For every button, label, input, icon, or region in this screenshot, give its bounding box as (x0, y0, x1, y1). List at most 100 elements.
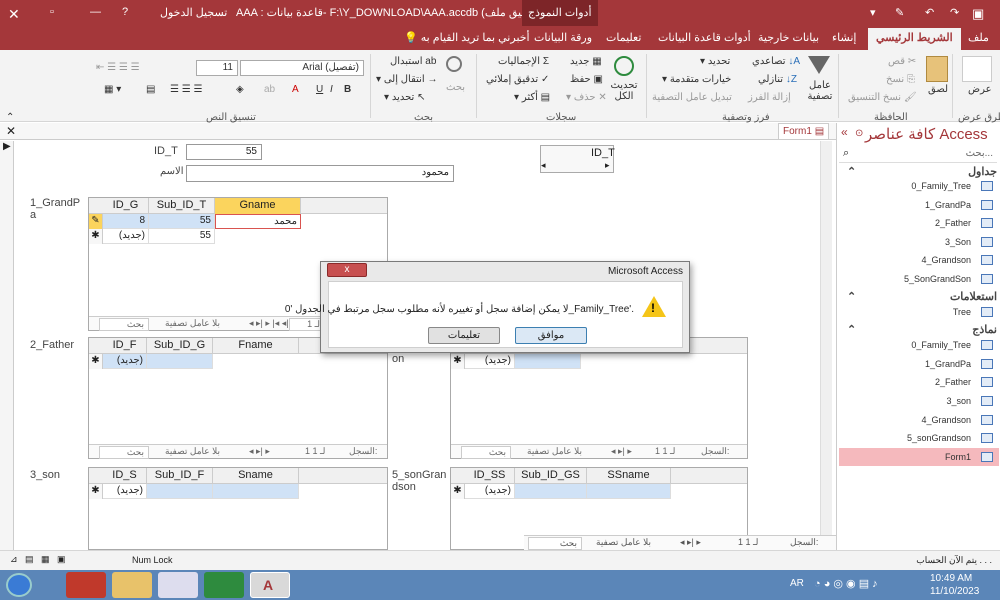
copy-button[interactable]: نسخ ⎘ (886, 74, 915, 85)
nav-item-table[interactable]: 0_Family_Tree (839, 177, 999, 195)
tray-icons[interactable]: ◔ ◕ ◎ ◉ ▤ ♪ (814, 577, 878, 590)
nav-item-table[interactable]: 2_Father (839, 214, 999, 232)
toggle-filter-button[interactable]: تبديل عامل التصفية (652, 92, 732, 103)
col-sub-id-t[interactable]: Sub_ID_T (149, 198, 215, 214)
nav-item-form-selected[interactable]: Form1 (839, 448, 999, 466)
cell-new[interactable]: (جديد) (103, 354, 147, 369)
col-fname[interactable]: Fname (213, 338, 299, 354)
nav-item-form[interactable]: 1_GrandPa (839, 355, 999, 373)
name-field[interactable]: محمود (186, 165, 454, 182)
cell-sub-id-t[interactable]: 55 (149, 214, 215, 229)
view-icons[interactable]: ⊿ ▤ ▦ ▣ (10, 554, 66, 565)
grandpa-nav-buttons[interactable]: ◂ ▸| ▸ |◂ ◂| (249, 318, 289, 329)
filter-button[interactable]: عامل تصفية (806, 80, 834, 102)
find-icon[interactable] (446, 56, 462, 72)
id-t-combo[interactable]: ID_T ◂ ▸ (540, 145, 615, 173)
nav-item-table[interactable]: 4_Grandson (839, 251, 999, 269)
customize-qat-icon[interactable]: ▾ (870, 6, 876, 19)
grandson-filter-status[interactable]: بلا عامل تصفية (527, 446, 582, 457)
nav-item-query[interactable]: Tree (839, 303, 999, 321)
tab-home[interactable]: الشريط الرئيسي (868, 28, 961, 50)
new-record-button[interactable]: جديد ▦ (570, 56, 602, 67)
select-button[interactable]: ▾ تحديد ↖ (384, 92, 426, 103)
cell-id-g[interactable]: 8 (103, 214, 149, 229)
id-t-field[interactable]: 55 (186, 144, 262, 160)
combo-scroll-left-icon[interactable]: ◂ (541, 160, 546, 171)
nav-search-input[interactable]: ⌕ بحث... (839, 147, 997, 163)
nav-item-table[interactable]: 1_GrandPa (839, 196, 999, 214)
grandpa-search-box[interactable]: بحث (99, 318, 149, 331)
brush-icon[interactable]: ✎ (895, 6, 904, 19)
ascending-button[interactable]: تصاعدي ↓A (752, 56, 800, 67)
taskbar-access-icon[interactable]: A (250, 572, 290, 598)
tell-me-box[interactable]: 💡 أخبرني بما تريد القيام به (404, 31, 530, 44)
collapse-ribbon-icon[interactable]: ⌃ (6, 112, 14, 123)
replace-button[interactable]: استبدال ab (390, 56, 436, 67)
signin-link[interactable]: تسجيل الدخول (160, 6, 227, 19)
save-icon[interactable]: ▣ (972, 6, 984, 22)
underline-button[interactable]: U (316, 84, 323, 95)
indent-icons[interactable]: ⇤ ☰ ☰ ☰ (96, 62, 140, 73)
cell-new-name[interactable] (213, 484, 299, 499)
save-record-button[interactable]: حفظ ▣ (570, 74, 603, 85)
nav-item-form[interactable]: 5_sonGrandson (839, 429, 999, 447)
col-id-s[interactable]: ID_S (103, 468, 147, 484)
view-icon[interactable] (962, 56, 992, 82)
cell-new[interactable]: (جديد) (465, 354, 515, 369)
vertical-scrollbar[interactable] (820, 141, 832, 535)
combo-scroll-right-icon[interactable]: ▸ (605, 160, 610, 171)
cell-new-sub[interactable] (515, 354, 581, 369)
col-id-g[interactable]: ID_G (103, 198, 149, 214)
close-window-button[interactable]: ✕ (8, 6, 20, 23)
gridlines-icon[interactable]: ▦ ▾ (104, 84, 121, 95)
restore-window-button[interactable]: ▫ (50, 6, 54, 18)
col-gname[interactable]: Gname (215, 198, 301, 214)
nav-section-forms[interactable]: ⌃ نماذج (847, 323, 997, 336)
cell-new[interactable]: (جديد) (103, 484, 147, 499)
spelling-button[interactable]: تدقيق إملائي ✓ (486, 74, 549, 85)
cut-button[interactable]: قص ✂ (888, 56, 916, 67)
tab-help[interactable]: تعليمات (606, 31, 641, 44)
tab-datasheet[interactable]: ورقة البيانات (534, 31, 592, 44)
taskbar-chrome-icon[interactable] (158, 572, 198, 598)
view-button[interactable]: عرض (968, 84, 992, 95)
format-painter-button[interactable]: نسخ التنسيق 🖌 (848, 92, 917, 103)
father-search-box[interactable]: بحث (99, 446, 149, 459)
cell-gname[interactable]: محمد (215, 214, 301, 229)
col-sname[interactable]: Sname (213, 468, 299, 484)
undo-icon[interactable]: ↶ (925, 6, 934, 19)
cell-new[interactable]: (جديد) (465, 484, 515, 499)
cell-new[interactable]: (جديد) (103, 229, 149, 244)
grandson-record-position[interactable]: 1 لـ 1 (655, 446, 675, 457)
main-nav-buttons[interactable]: ◂ ▸| ▸ (680, 537, 701, 548)
ok-button[interactable]: موافق (515, 327, 587, 344)
italic-button[interactable]: I (330, 84, 333, 95)
goto-button[interactable]: ▾ انتقال إلى → (376, 74, 437, 85)
paste-icon[interactable] (926, 56, 948, 82)
align-icons[interactable]: ☰ ☰ ☰ (170, 84, 202, 95)
col-sub-id-g[interactable]: Sub_ID_G (147, 338, 213, 354)
font-color-icon[interactable]: A (292, 84, 299, 95)
advanced-button[interactable]: ▾ خيارات متقدمة (662, 74, 731, 85)
grandpa-record-position[interactable]: 1 لـ (289, 318, 321, 331)
father-record-position[interactable]: 1 لـ 1 (305, 446, 325, 457)
father-nav-buttons[interactable]: ◂ ▸| ▸ (249, 446, 270, 457)
language-indicator[interactable]: AR (790, 578, 804, 589)
father-filter-status[interactable]: بلا عامل تصفية (165, 446, 220, 457)
tab-form1[interactable]: Form1 ▤ (778, 123, 830, 140)
edit-pencil-icon[interactable]: ✎ (89, 214, 103, 229)
cell-new-sub[interactable]: 55 (149, 229, 215, 244)
record-selector[interactable]: ▶ (0, 141, 14, 550)
col-id-f[interactable]: ID_F (103, 338, 147, 354)
tab-external-data[interactable]: بيانات خارجية (758, 31, 819, 44)
tab-database-tools[interactable]: أدوات قاعدة البيانات (658, 31, 751, 44)
help-button[interactable]: تعليمات (428, 327, 500, 344)
nav-pane-menu-icon[interactable]: ⊙ (855, 128, 863, 139)
col-sub-id-gs[interactable]: Sub_ID_GS (515, 468, 587, 484)
totals-button[interactable]: الإجماليات Σ (498, 56, 549, 67)
highlight-icon[interactable]: ab (264, 84, 275, 95)
taskbar-usb-icon[interactable] (204, 572, 244, 598)
clock-date[interactable]: 11/10/2023 (930, 586, 979, 597)
grandson-nav-buttons[interactable]: ◂ ▸| ▸ (611, 446, 632, 457)
help-button[interactable]: ? (122, 6, 128, 18)
